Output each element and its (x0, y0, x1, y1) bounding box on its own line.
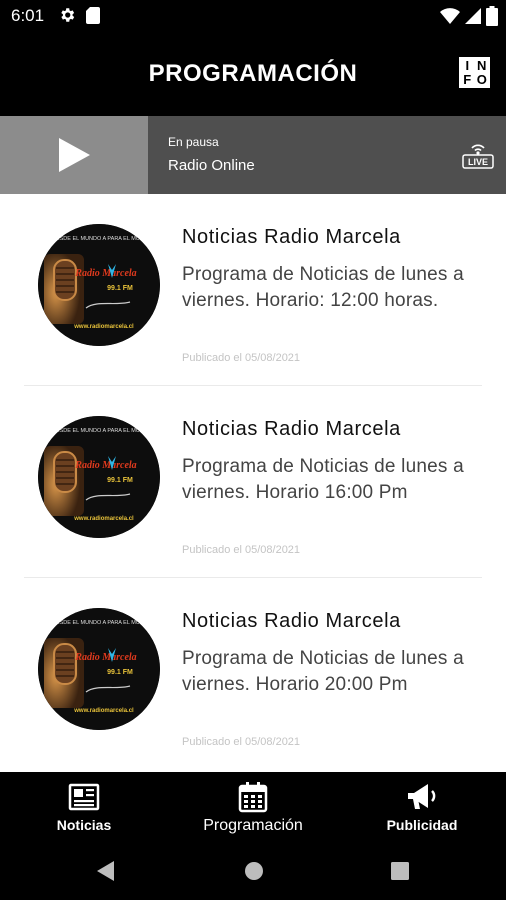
status-bar: 6:01 (0, 0, 506, 32)
nav-label: Publicidad (386, 817, 458, 833)
logo-top-text: DESDE EL MUNDO A PARA EL MUNDO (52, 428, 153, 434)
status-time: 6:01 (11, 6, 45, 25)
info-letter: I (465, 58, 470, 74)
logo-url: www.radiomarcela.cl (73, 324, 134, 330)
radio-player: En pausa Radio Online LIVE (0, 116, 506, 194)
newspaper-icon (68, 783, 100, 811)
player-station: Radio Online (168, 157, 255, 174)
logo-brand: Radio Marcela (74, 268, 136, 279)
info-button[interactable]: I N F O (459, 57, 490, 88)
live-broadcast-icon[interactable]: LIVE (462, 139, 494, 171)
nav-label: Noticias (56, 817, 112, 833)
status-indicators (440, 6, 498, 26)
logo-frequency: 99.1 FM (107, 669, 133, 676)
info-letter: N (477, 58, 487, 74)
logo-top-text: DESDE EL MUNDO A PARA EL MUNDO (52, 620, 153, 626)
program-description: Programa de Noticias de lunes a viernes.… (182, 456, 464, 503)
nav-label: Programación (203, 817, 303, 834)
logo-brand: Radio Marcela (74, 652, 136, 663)
radio-marcela-logo: DESDE EL MUNDO A PARA EL MUNDO Radio Mar… (38, 416, 160, 538)
program-description: Programa de Noticias de lunes a viernes.… (182, 264, 464, 311)
live-label: LIVE (468, 157, 488, 167)
megaphone-icon (408, 784, 436, 809)
battery-icon (486, 6, 498, 26)
program-title: Noticias Radio Marcela (182, 610, 401, 632)
radio-marcela-logo: DESDE EL MUNDO A PARA EL MUNDO Radio Mar… (38, 224, 160, 346)
program-list: DESDE EL MUNDO A PARA EL MUNDO Radio Mar… (0, 194, 506, 772)
program-title: Noticias Radio Marcela (182, 226, 401, 248)
gear-icon (61, 8, 75, 22)
program-list-item[interactable]: DESDE EL MUNDO A PARA EL MUNDO Radio Mar… (0, 386, 506, 578)
sd-card-icon (86, 7, 100, 24)
program-list-item[interactable]: DESDE EL MUNDO A PARA EL MUNDO Radio Mar… (0, 194, 506, 386)
program-date: Publicado el 05/08/2021 (182, 544, 301, 556)
program-thumbnail: DESDE EL MUNDO A PARA EL MUNDO Radio Mar… (38, 608, 160, 730)
player-status: En pausa (168, 135, 219, 149)
program-thumbnail: DESDE EL MUNDO A PARA EL MUNDO Radio Mar… (38, 224, 160, 346)
info-letter: O (476, 71, 487, 87)
bottom-navigation: Noticias Programación Publicidad (0, 772, 506, 842)
program-thumbnail: DESDE EL MUNDO A PARA EL MUNDO Radio Mar… (38, 416, 160, 538)
nav-programacion[interactable]: Programación (190, 772, 316, 842)
signal-icon (465, 8, 481, 24)
info-letter: F (463, 71, 472, 87)
wifi-icon (440, 8, 460, 24)
program-date: Publicado el 05/08/2021 (182, 352, 301, 364)
recents-icon[interactable] (390, 860, 410, 882)
logo-brand: Radio Marcela (74, 460, 136, 471)
radio-marcela-logo: DESDE EL MUNDO A PARA EL MUNDO Radio Mar… (38, 608, 160, 730)
logo-url: www.radiomarcela.cl (73, 708, 134, 714)
logo-url: www.radiomarcela.cl (73, 516, 134, 522)
program-description: Programa de Noticias de lunes a viernes.… (182, 648, 464, 695)
logo-frequency: 99.1 FM (107, 477, 133, 484)
calendar-icon (238, 782, 268, 813)
back-icon[interactable] (96, 860, 116, 882)
program-title: Noticias Radio Marcela (182, 418, 401, 440)
program-date: Publicado el 05/08/2021 (182, 736, 301, 748)
home-icon[interactable] (244, 860, 264, 882)
logo-top-text: DESDE EL MUNDO A PARA EL MUNDO (52, 236, 153, 242)
app-bar: PROGRAMACIÓN I N F O (0, 32, 506, 116)
nav-publicidad[interactable]: Publicidad (376, 772, 468, 842)
program-list-item[interactable]: DESDE EL MUNDO A PARA EL MUNDO Radio Mar… (0, 578, 506, 770)
system-navigation (0, 842, 506, 900)
nav-noticias[interactable]: Noticias (38, 772, 130, 842)
play-button[interactable] (0, 116, 148, 194)
logo-frequency: 99.1 FM (107, 285, 133, 292)
page-title: PROGRAMACIÓN (148, 60, 358, 87)
play-icon (59, 138, 90, 172)
